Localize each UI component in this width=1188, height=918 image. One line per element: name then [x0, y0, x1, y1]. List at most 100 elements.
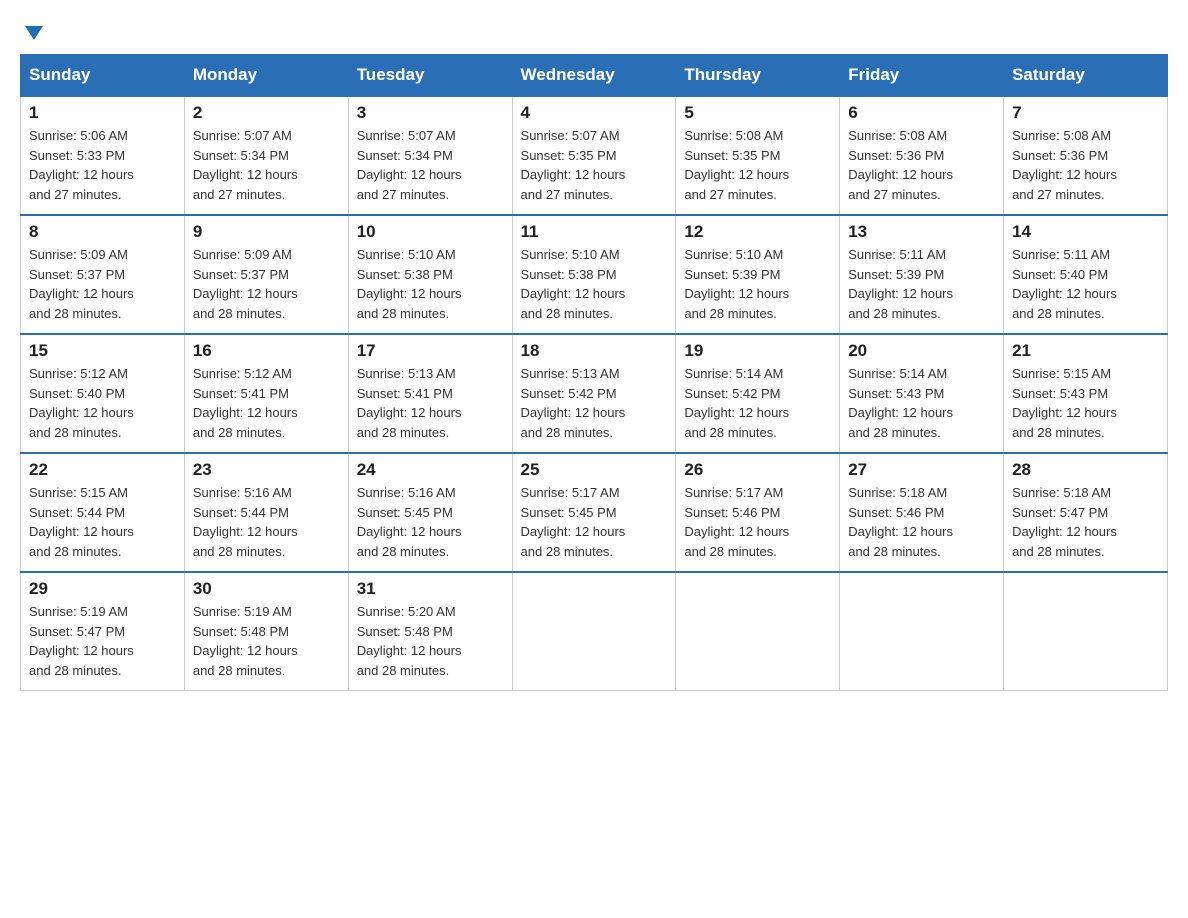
- day-number: 19: [684, 341, 831, 361]
- day-info: Sunrise: 5:08 AMSunset: 5:36 PMDaylight:…: [1012, 126, 1159, 204]
- day-cell-8: 8 Sunrise: 5:09 AMSunset: 5:37 PMDaylight…: [21, 215, 185, 334]
- day-cell-11: 11Sunrise: 5:10 AMSunset: 5:38 PMDayligh…: [512, 215, 676, 334]
- day-number: 21: [1012, 341, 1159, 361]
- day-cell-5: 5Sunrise: 5:08 AMSunset: 5:35 PMDaylight…: [676, 96, 840, 215]
- page-header: [20, 20, 1168, 44]
- day-number: 2: [193, 103, 340, 123]
- header-tuesday: Tuesday: [348, 55, 512, 97]
- day-info: Sunrise: 5:10 AMSunset: 5:39 PMDaylight:…: [684, 245, 831, 323]
- day-cell-20: 20Sunrise: 5:14 AMSunset: 5:43 PMDayligh…: [840, 334, 1004, 453]
- header-saturday: Saturday: [1004, 55, 1168, 97]
- day-cell-14: 14 Sunrise: 5:11 AMSunset: 5:40 PMDayligh…: [1004, 215, 1168, 334]
- day-info: Sunrise: 5:07 AMSunset: 5:35 PMDaylight:…: [521, 126, 668, 204]
- header-sunday: Sunday: [21, 55, 185, 97]
- day-info: Sunrise: 5:13 AMSunset: 5:42 PMDaylight:…: [521, 364, 668, 442]
- day-info: Sunrise: 5:11 AMSunset: 5:40 PMDaylight:…: [1012, 245, 1159, 323]
- day-cell-23: 23 Sunrise: 5:16 AMSunset: 5:44 PMDayligh…: [184, 453, 348, 572]
- day-number: 12: [684, 222, 831, 242]
- day-info: Sunrise: 5:15 AMSunset: 5:44 PMDaylight:…: [29, 483, 176, 561]
- day-number: 29: [29, 579, 176, 599]
- day-info: Sunrise: 5:15 AMSunset: 5:43 PMDaylight:…: [1012, 364, 1159, 442]
- day-cell-25: 25Sunrise: 5:17 AMSunset: 5:45 PMDayligh…: [512, 453, 676, 572]
- day-info: Sunrise: 5:14 AMSunset: 5:43 PMDaylight:…: [848, 364, 995, 442]
- day-info: Sunrise: 5:09 AMSunset: 5:37 PMDaylight:…: [193, 245, 340, 323]
- day-cell-24: 24 Sunrise: 5:16 AMSunset: 5:45 PMDayligh…: [348, 453, 512, 572]
- day-cell-9: 9 Sunrise: 5:09 AMSunset: 5:37 PMDaylight…: [184, 215, 348, 334]
- day-number: 8: [29, 222, 176, 242]
- calendar-table: SundayMondayTuesdayWednesdayThursdayFrid…: [20, 54, 1168, 691]
- day-info: Sunrise: 5:13 AMSunset: 5:41 PMDaylight:…: [357, 364, 504, 442]
- day-cell-28: 28Sunrise: 5:18 AMSunset: 5:47 PMDayligh…: [1004, 453, 1168, 572]
- day-cell-21: 21 Sunrise: 5:15 AMSunset: 5:43 PMDayligh…: [1004, 334, 1168, 453]
- day-number: 28: [1012, 460, 1159, 480]
- header-thursday: Thursday: [676, 55, 840, 97]
- day-number: 13: [848, 222, 995, 242]
- day-info: Sunrise: 5:19 AMSunset: 5:48 PMDaylight:…: [193, 602, 340, 680]
- day-number: 1: [29, 103, 176, 123]
- header-monday: Monday: [184, 55, 348, 97]
- day-cell-18: 18 Sunrise: 5:13 AMSunset: 5:42 PMDayligh…: [512, 334, 676, 453]
- day-cell-22: 22 Sunrise: 5:15 AMSunset: 5:44 PMDayligh…: [21, 453, 185, 572]
- day-cell-27: 27Sunrise: 5:18 AMSunset: 5:46 PMDayligh…: [840, 453, 1004, 572]
- day-number: 15: [29, 341, 176, 361]
- day-number: 30: [193, 579, 340, 599]
- day-info: Sunrise: 5:16 AMSunset: 5:44 PMDaylight:…: [193, 483, 340, 561]
- day-cell-13: 13 Sunrise: 5:11 AMSunset: 5:39 PMDayligh…: [840, 215, 1004, 334]
- day-info: Sunrise: 5:10 AMSunset: 5:38 PMDaylight:…: [357, 245, 504, 323]
- empty-cell: [840, 572, 1004, 691]
- week-row-5: 29 Sunrise: 5:19 AMSunset: 5:47 PMDayligh…: [21, 572, 1168, 691]
- day-info: Sunrise: 5:14 AMSunset: 5:42 PMDaylight:…: [684, 364, 831, 442]
- day-cell-19: 19 Sunrise: 5:14 AMSunset: 5:42 PMDayligh…: [676, 334, 840, 453]
- day-number: 3: [357, 103, 504, 123]
- day-number: 6: [848, 103, 995, 123]
- day-number: 22: [29, 460, 176, 480]
- day-cell-6: 6 Sunrise: 5:08 AMSunset: 5:36 PMDaylight…: [840, 96, 1004, 215]
- day-info: Sunrise: 5:06 AMSunset: 5:33 PMDaylight:…: [29, 126, 176, 204]
- day-cell-31: 31Sunrise: 5:20 AMSunset: 5:48 PMDayligh…: [348, 572, 512, 691]
- day-info: Sunrise: 5:11 AMSunset: 5:39 PMDaylight:…: [848, 245, 995, 323]
- day-number: 11: [521, 222, 668, 242]
- day-cell-10: 10 Sunrise: 5:10 AMSunset: 5:38 PMDayligh…: [348, 215, 512, 334]
- day-cell-30: 30 Sunrise: 5:19 AMSunset: 5:48 PMDayligh…: [184, 572, 348, 691]
- day-number: 23: [193, 460, 340, 480]
- day-number: 14: [1012, 222, 1159, 242]
- week-row-3: 15Sunrise: 5:12 AMSunset: 5:40 PMDayligh…: [21, 334, 1168, 453]
- day-info: Sunrise: 5:08 AMSunset: 5:36 PMDaylight:…: [848, 126, 995, 204]
- empty-cell: [1004, 572, 1168, 691]
- day-cell-2: 2Sunrise: 5:07 AMSunset: 5:34 PMDaylight…: [184, 96, 348, 215]
- day-cell-3: 3 Sunrise: 5:07 AMSunset: 5:34 PMDaylight…: [348, 96, 512, 215]
- day-number: 31: [357, 579, 504, 599]
- day-number: 4: [521, 103, 668, 123]
- day-cell-7: 7Sunrise: 5:08 AMSunset: 5:36 PMDaylight…: [1004, 96, 1168, 215]
- calendar-header-row: SundayMondayTuesdayWednesdayThursdayFrid…: [21, 55, 1168, 97]
- week-row-1: 1 Sunrise: 5:06 AMSunset: 5:33 PMDaylight…: [21, 96, 1168, 215]
- day-number: 17: [357, 341, 504, 361]
- day-number: 10: [357, 222, 504, 242]
- day-number: 26: [684, 460, 831, 480]
- day-number: 24: [357, 460, 504, 480]
- day-cell-17: 17 Sunrise: 5:13 AMSunset: 5:41 PMDayligh…: [348, 334, 512, 453]
- logo: [20, 20, 45, 44]
- day-info: Sunrise: 5:09 AMSunset: 5:37 PMDaylight:…: [29, 245, 176, 323]
- empty-cell: [512, 572, 676, 691]
- day-info: Sunrise: 5:07 AMSunset: 5:34 PMDaylight:…: [357, 126, 504, 204]
- day-info: Sunrise: 5:12 AMSunset: 5:41 PMDaylight:…: [193, 364, 340, 442]
- day-cell-29: 29 Sunrise: 5:19 AMSunset: 5:47 PMDayligh…: [21, 572, 185, 691]
- week-row-4: 22 Sunrise: 5:15 AMSunset: 5:44 PMDayligh…: [21, 453, 1168, 572]
- logo-line1: [20, 20, 45, 44]
- day-cell-1: 1 Sunrise: 5:06 AMSunset: 5:33 PMDaylight…: [21, 96, 185, 215]
- day-info: Sunrise: 5:18 AMSunset: 5:46 PMDaylight:…: [848, 483, 995, 561]
- day-cell-15: 15Sunrise: 5:12 AMSunset: 5:40 PMDayligh…: [21, 334, 185, 453]
- header-friday: Friday: [840, 55, 1004, 97]
- day-number: 9: [193, 222, 340, 242]
- day-cell-16: 16Sunrise: 5:12 AMSunset: 5:41 PMDayligh…: [184, 334, 348, 453]
- header-wednesday: Wednesday: [512, 55, 676, 97]
- day-cell-26: 26Sunrise: 5:17 AMSunset: 5:46 PMDayligh…: [676, 453, 840, 572]
- day-info: Sunrise: 5:08 AMSunset: 5:35 PMDaylight:…: [684, 126, 831, 204]
- day-number: 25: [521, 460, 668, 480]
- day-info: Sunrise: 5:16 AMSunset: 5:45 PMDaylight:…: [357, 483, 504, 561]
- day-cell-4: 4 Sunrise: 5:07 AMSunset: 5:35 PMDaylight…: [512, 96, 676, 215]
- day-info: Sunrise: 5:19 AMSunset: 5:47 PMDaylight:…: [29, 602, 176, 680]
- day-cell-12: 12 Sunrise: 5:10 AMSunset: 5:39 PMDayligh…: [676, 215, 840, 334]
- day-number: 18: [521, 341, 668, 361]
